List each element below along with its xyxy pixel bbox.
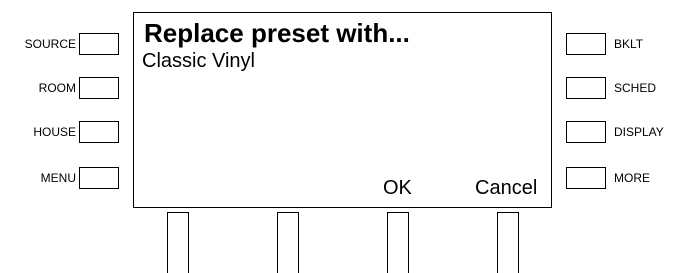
softkey-button-ok[interactable] [387,212,409,273]
source-button[interactable] [79,33,119,55]
left-button-label-room: ROOM [38,81,76,95]
menu-button[interactable] [79,167,119,189]
softkey-ok-label: OK [383,177,412,199]
sched-button[interactable] [566,77,606,99]
right-button-label-display: DISPLAY [614,125,664,139]
house-button[interactable] [79,121,119,143]
preset-name: Classic Vinyl [142,50,255,72]
room-button[interactable] [79,77,119,99]
left-button-label-house: HOUSE [33,125,76,139]
softkey-cancel-label: Cancel [475,177,538,199]
right-button-label-more: MORE [614,171,650,185]
more-button[interactable] [566,167,606,189]
bklt-button[interactable] [566,33,606,55]
right-button-label-bklt: BKLT [614,37,644,51]
right-button-label-sched: SCHED [614,81,657,95]
left-button-label-source: SOURCE [24,37,76,51]
display-button[interactable] [566,121,606,143]
display-screen: Replace preset with... Classic Vinyl OK … [133,12,552,208]
softkey-button-cancel[interactable] [497,212,519,273]
screen-title: Replace preset with... [144,18,410,48]
softkey-button-1[interactable] [167,212,189,273]
left-button-label-menu: MENU [40,171,76,185]
softkey-button-2[interactable] [277,212,299,273]
